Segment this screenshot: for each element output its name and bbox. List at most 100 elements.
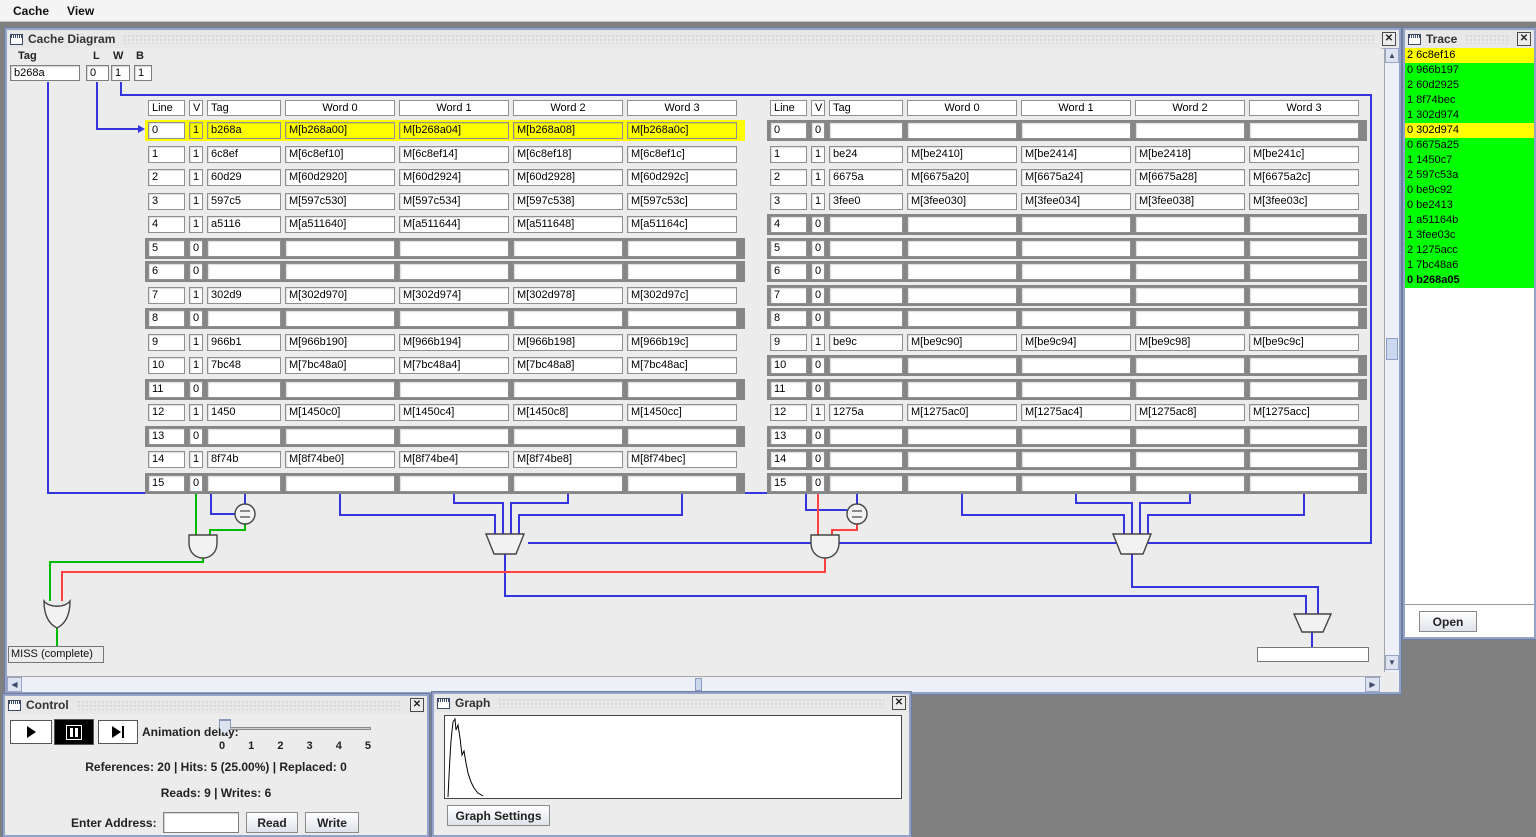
tag-cell[interactable] [207,380,281,398]
line-number-cell[interactable]: 6 [148,263,185,280]
word-cell[interactable] [627,427,737,445]
tag-cell[interactable]: b268a [207,122,281,139]
word-cell[interactable]: M[6c8ef14] [399,145,509,163]
tag-cell[interactable] [207,310,281,327]
word-cell[interactable] [285,239,395,257]
word-cell[interactable] [907,239,1017,257]
line-number-cell[interactable]: 3 [148,192,185,210]
valid-bit-cell[interactable]: 1 [189,169,203,186]
word-cell[interactable] [1135,239,1245,257]
valid-bit-cell[interactable]: 0 [811,122,825,139]
valid-bit-cell[interactable]: 0 [189,474,203,492]
word-cell[interactable] [1021,122,1131,139]
scroll-right-icon[interactable]: ▶ [1365,677,1380,692]
line-number-cell[interactable]: 13 [770,427,807,445]
horizontal-scrollbar[interactable]: ◀ ▶ [7,676,1381,692]
word-cell[interactable] [1021,310,1131,327]
valid-bit-cell[interactable]: 0 [811,216,825,233]
tag-cell[interactable] [207,239,281,257]
valid-bit-cell[interactable]: 0 [811,263,825,280]
animation-delay-slider[interactable] [221,727,371,730]
trace-entry[interactable]: 1 1450c7 [1405,153,1534,168]
line-number-cell[interactable]: 10 [770,357,807,374]
line-number-cell[interactable]: 7 [770,286,807,304]
valid-bit-cell[interactable]: 1 [189,451,203,468]
word-cell[interactable] [1135,310,1245,327]
line-number-cell[interactable]: 15 [148,474,185,492]
close-icon[interactable]: ✕ [1517,32,1531,46]
word-cell[interactable]: M[8f74be4] [399,451,509,468]
word-cell[interactable]: M[3fee038] [1135,192,1245,210]
word-cell[interactable]: M[60d292c] [627,169,737,186]
word-cell[interactable]: M[7bc48ac] [627,357,737,374]
word-cell[interactable] [907,286,1017,304]
valid-bit-cell[interactable]: 0 [811,239,825,257]
valid-bit-cell[interactable]: 1 [189,145,203,163]
valid-bit-cell[interactable]: 0 [189,427,203,445]
tag-cell[interactable] [207,427,281,445]
trace-entry[interactable]: 1 a51164b [1405,213,1534,228]
word-cell[interactable] [1021,286,1131,304]
valid-bit-cell[interactable]: 1 [811,333,825,351]
valid-bit-cell[interactable]: 1 [189,357,203,374]
menu-item-view[interactable]: View [58,1,103,21]
line-number-cell[interactable]: 11 [148,380,185,398]
address-input[interactable] [163,812,239,833]
word-cell[interactable] [285,310,395,327]
trace-entry[interactable]: 1 7bc48a6 [1405,258,1534,273]
valid-bit-cell[interactable]: 0 [811,357,825,374]
tag-cell[interactable] [829,451,903,468]
word-cell[interactable]: M[be9c90] [907,333,1017,351]
close-icon[interactable]: ✕ [1382,32,1396,46]
word-cell[interactable] [1249,122,1359,139]
tag-cell[interactable]: 7bc48 [207,357,281,374]
word-cell[interactable] [1135,357,1245,374]
word-cell[interactable]: M[6675a20] [907,169,1017,186]
word-cell[interactable] [627,380,737,398]
word-cell[interactable] [1021,474,1131,492]
tag-cell[interactable] [829,216,903,233]
word-cell[interactable] [627,310,737,327]
tag-cell[interactable] [829,286,903,304]
trace-entry[interactable]: 1 302d974 [1405,108,1534,123]
horizontal-scroll-thumb[interactable] [695,678,702,691]
word-cell[interactable] [1249,474,1359,492]
word-cell[interactable] [627,239,737,257]
valid-bit-cell[interactable]: 0 [811,286,825,304]
word-cell[interactable] [399,474,509,492]
line-number-cell[interactable]: 2 [770,169,807,186]
line-number-cell[interactable]: 5 [148,239,185,257]
tag-cell[interactable] [829,474,903,492]
tag-cell[interactable] [829,310,903,327]
tag-cell[interactable] [829,357,903,374]
word-cell[interactable]: M[8f74bec] [627,451,737,468]
word-cell[interactable]: M[1450cc] [627,404,737,421]
word-cell[interactable]: M[7bc48a4] [399,357,509,374]
line-number-cell[interactable]: 3 [770,192,807,210]
word-cell[interactable]: M[be9c98] [1135,333,1245,351]
line-number-cell[interactable]: 6 [770,263,807,280]
word-cell[interactable]: M[966b194] [399,333,509,351]
word-cell[interactable] [907,427,1017,445]
word-cell[interactable]: M[1275ac8] [1135,404,1245,421]
word-cell[interactable] [513,263,623,280]
word-cell[interactable] [513,474,623,492]
trace-entry[interactable]: 0 be9c92 [1405,183,1534,198]
trace-entry[interactable]: 0 b268a05 [1405,273,1534,288]
line-number-cell[interactable]: 11 [770,380,807,398]
word-cell[interactable]: M[1450c4] [399,404,509,421]
word-cell[interactable]: M[966b198] [513,333,623,351]
tag-cell[interactable]: 3fee0 [829,192,903,210]
word-cell[interactable]: M[6675a28] [1135,169,1245,186]
open-button[interactable]: Open [1419,611,1477,632]
word-cell[interactable] [513,380,623,398]
line-number-cell[interactable]: 0 [770,122,807,139]
line-number-cell[interactable]: 1 [148,145,185,163]
line-number-cell[interactable]: 8 [148,310,185,327]
word-cell[interactable] [1021,263,1131,280]
line-number-cell[interactable]: 9 [770,333,807,351]
word-cell[interactable] [513,239,623,257]
valid-bit-cell[interactable]: 0 [811,427,825,445]
word-cell[interactable] [1021,427,1131,445]
tag-cell[interactable] [829,122,903,139]
